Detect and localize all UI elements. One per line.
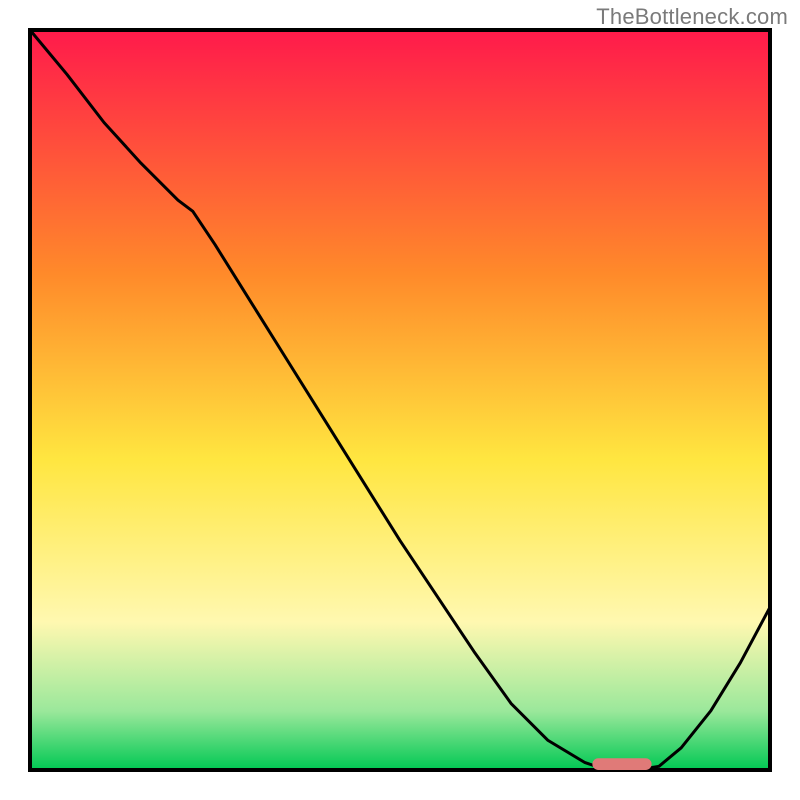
chart-container: TheBottleneck.com bbox=[0, 0, 800, 800]
bottleneck-chart bbox=[0, 0, 800, 800]
gradient-background bbox=[30, 30, 770, 770]
plot-area bbox=[30, 30, 770, 770]
optimal-range-marker bbox=[592, 758, 651, 770]
watermark-label: TheBottleneck.com bbox=[596, 4, 788, 30]
